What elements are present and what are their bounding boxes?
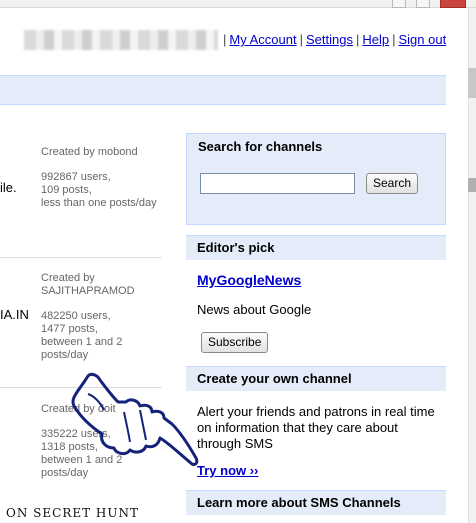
- channel-name[interactable]: IA.IN: [0, 307, 29, 322]
- channel-creator-name: SAJITHAPRAMOD: [41, 285, 135, 297]
- channel-meta: Created by SAJITHAPRAMOD 482250 users, 1…: [41, 272, 162, 362]
- search-heading: Search for channels: [198, 139, 323, 154]
- create-channel-heading: Create your own channel: [197, 371, 352, 386]
- channel-list-item: ile. Created by mobond 992867 users, 109…: [0, 138, 162, 258]
- featured-channel-link[interactable]: MyGoogleNews: [197, 272, 301, 288]
- channel-users: 482250 users,: [41, 310, 111, 322]
- scrollbar-thumb[interactable]: [468, 68, 476, 98]
- channel-creator: Created by mobond: [41, 146, 138, 158]
- search-channels-panel: Search for channels Search: [186, 133, 446, 225]
- editors-pick-header: Editor's pick: [186, 235, 446, 260]
- close-button[interactable]: [440, 0, 466, 8]
- create-channel-header: Create your own channel: [186, 366, 446, 391]
- learn-more-heading[interactable]: Learn more about SMS Channels: [197, 495, 446, 510]
- subscribe-button[interactable]: Subscribe: [201, 332, 269, 353]
- nav-separator: |: [392, 32, 396, 47]
- search-button[interactable]: Search: [366, 173, 419, 194]
- scrollbar-marker: [468, 178, 476, 192]
- channel-frequency-unit: posts/day: [41, 349, 89, 361]
- minimize-button[interactable]: [392, 0, 406, 8]
- channel-frequency: less than one posts/day: [41, 197, 157, 209]
- channel-name[interactable]: ile.: [0, 180, 17, 195]
- featured-channel-description: News about Google: [197, 302, 312, 317]
- channel-creator-prefix: Created by: [41, 272, 95, 284]
- my-account-link[interactable]: My Account: [229, 32, 296, 47]
- sign-out-link[interactable]: Sign out: [399, 32, 447, 47]
- nav-separator: |: [223, 32, 227, 47]
- channel-posts: 1477 posts,: [41, 323, 98, 335]
- create-channel-description: Alert your friends and patrons in real t…: [197, 404, 435, 451]
- nav-separator: |: [355, 32, 360, 47]
- vertical-scrollbar[interactable]: [468, 8, 476, 523]
- window-titlebar: [0, 0, 476, 8]
- channel-meta: Created by mobond 992867 users, 109 post…: [41, 146, 162, 210]
- nav-separator: |: [299, 32, 303, 47]
- search-input[interactable]: [200, 173, 355, 194]
- settings-link[interactable]: Settings: [306, 32, 353, 47]
- pointing-hand-icon: [71, 372, 199, 466]
- editors-pick-heading: Editor's pick: [197, 240, 275, 255]
- channel-frequency: between 1 and 2: [41, 336, 123, 348]
- help-link[interactable]: Help: [362, 32, 389, 47]
- watermark: ON SECRET HUNT: [6, 506, 140, 520]
- top-navigation: | My Account | Settings | Help | Sign out: [220, 32, 446, 47]
- channel-posts: 109 posts,: [41, 184, 92, 196]
- user-email-redacted: [24, 30, 218, 50]
- channel-users: 992867 users,: [41, 171, 111, 183]
- learn-more-header: Learn more about SMS Channels: [186, 490, 446, 515]
- header-band: [0, 75, 446, 105]
- maximize-button[interactable]: [416, 0, 430, 8]
